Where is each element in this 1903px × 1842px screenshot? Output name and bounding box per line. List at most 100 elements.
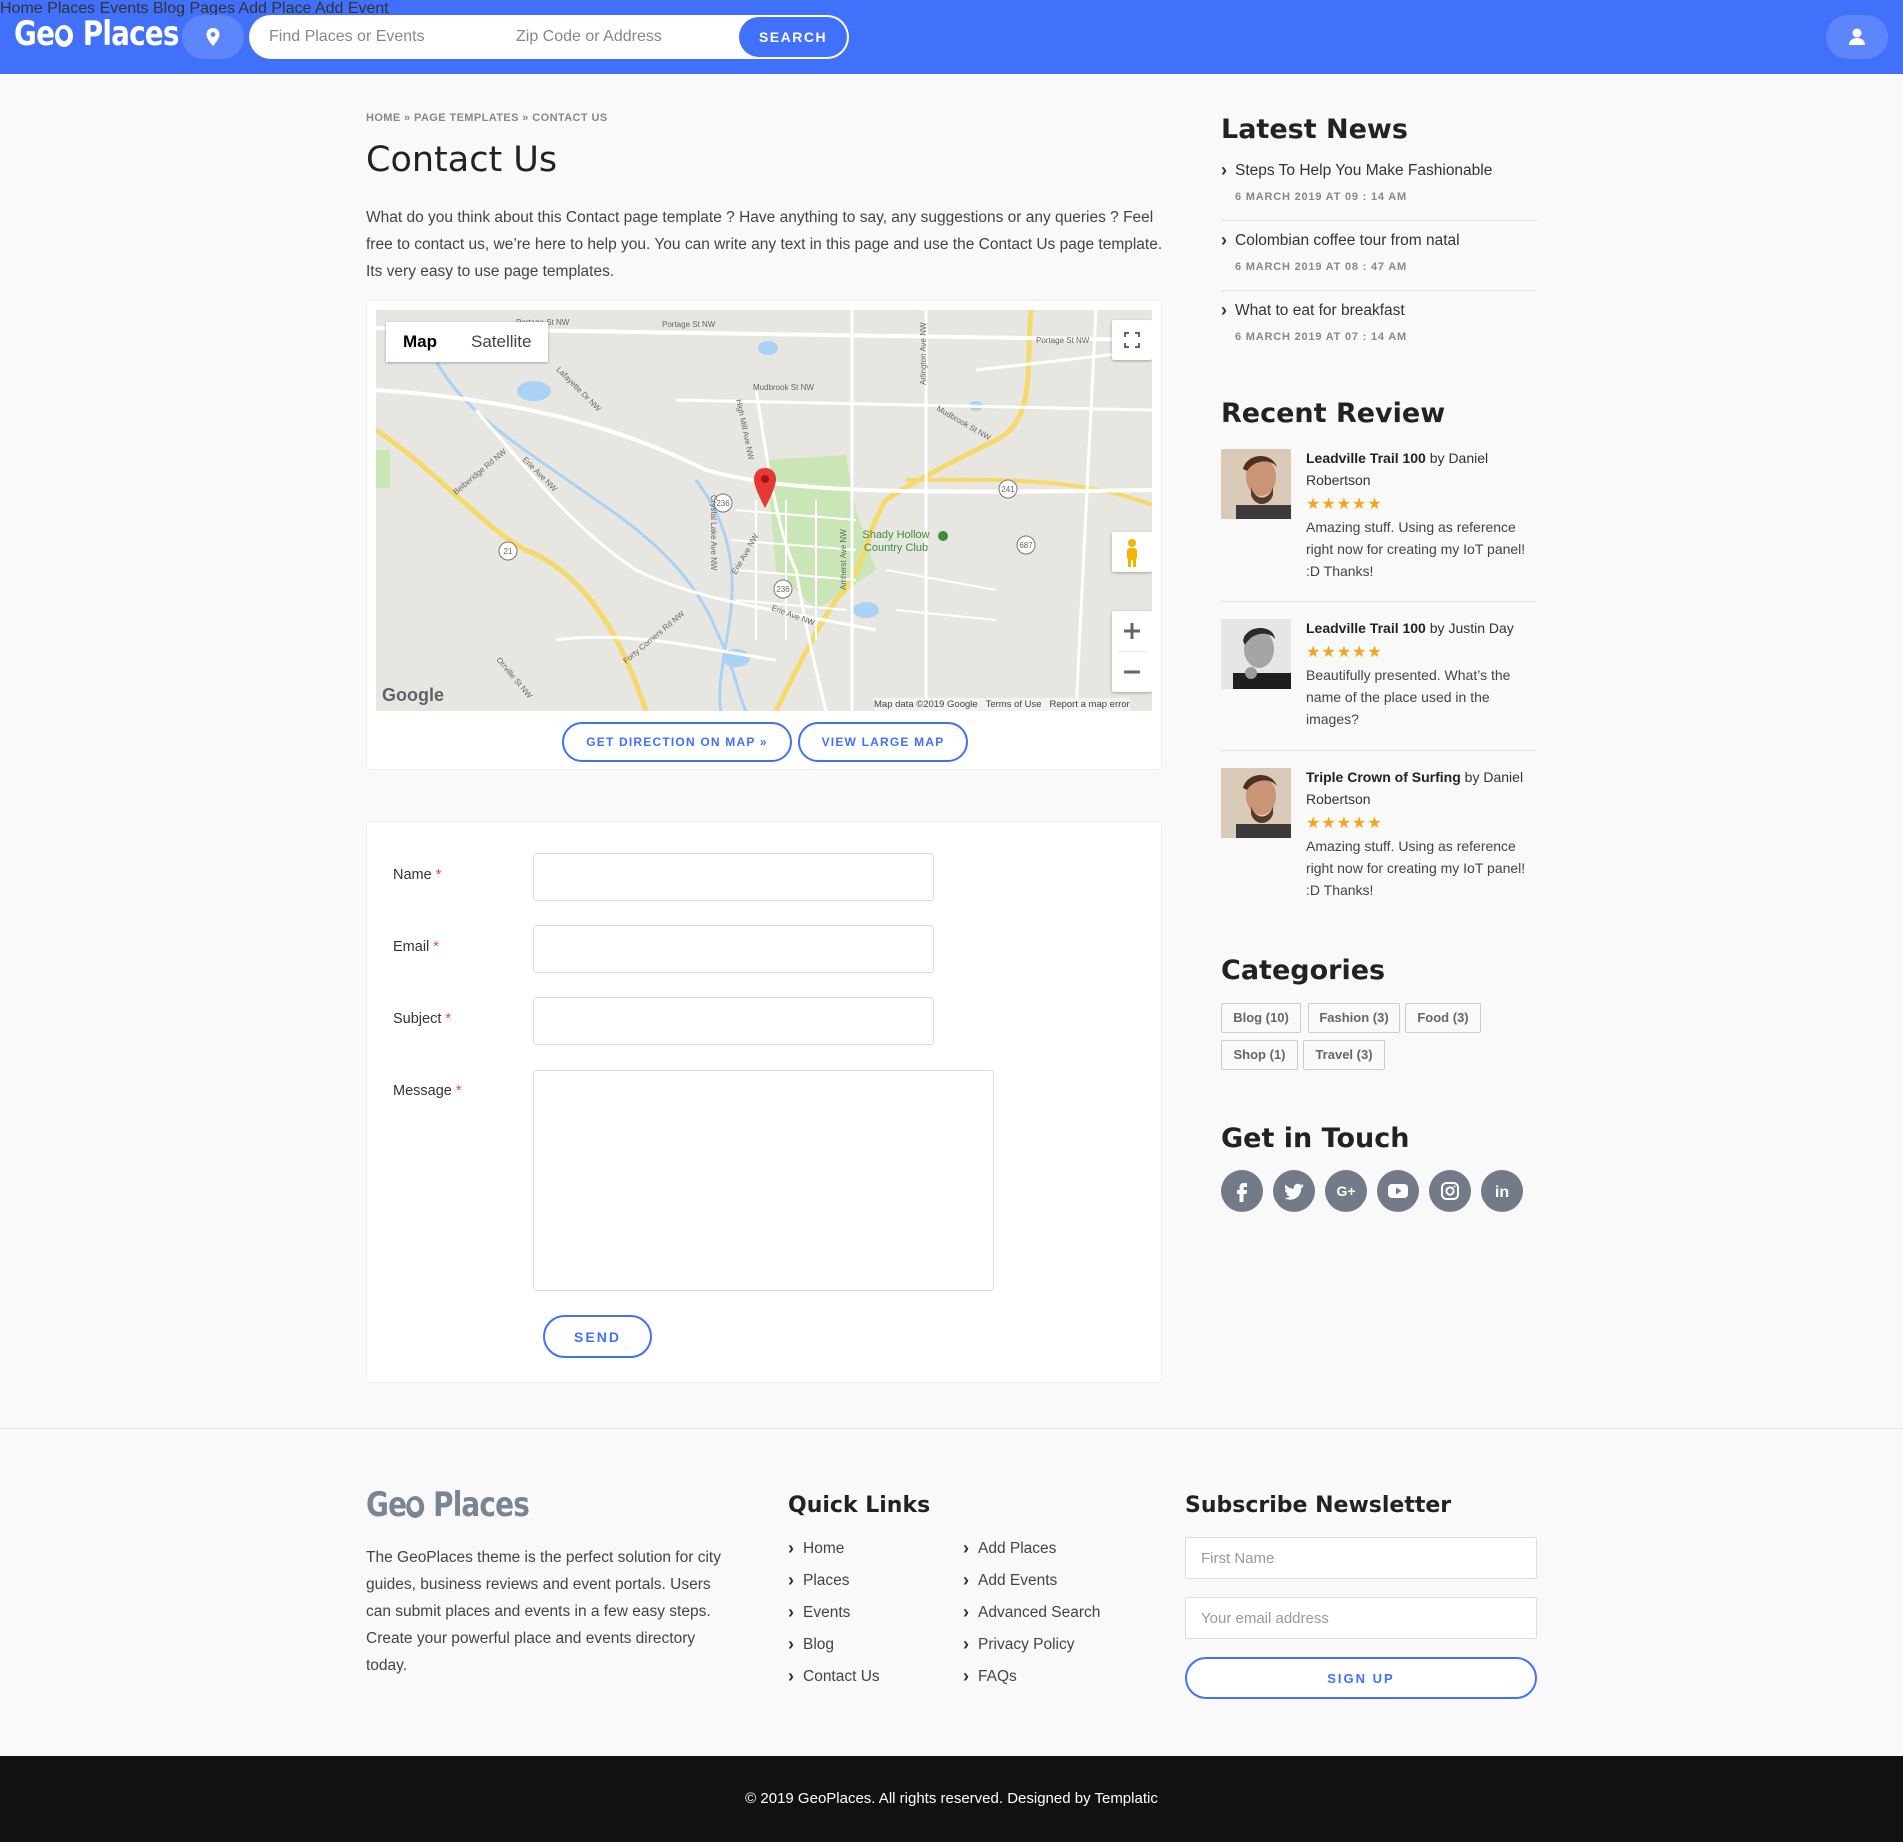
where-search-input[interactable]	[516, 15, 716, 59]
site-logo[interactable]: Ge Places	[14, 14, 179, 54]
review-place-link[interactable]: Leadville Trail 100	[1306, 450, 1426, 466]
review-item: Leadville Trail 100 by Justin Day ★★★★★ …	[1221, 619, 1537, 751]
copyright-bar: © 2019 GeoPlaces. All rights reserved. D…	[0, 1756, 1903, 1842]
sign-up-button[interactable]: SIGN UP	[1185, 1657, 1537, 1699]
send-button[interactable]: SEND	[543, 1315, 652, 1358]
map-tiles: 241 687 236 236 21 Portage St NW Portage…	[376, 310, 1152, 711]
review-author[interactable]: Justin Day	[1448, 620, 1513, 636]
svg-text:Amherst Ave NW: Amherst Ave NW	[839, 529, 848, 590]
facebook-button[interactable]	[1221, 1170, 1263, 1212]
message-label: Message *	[393, 1083, 462, 1099]
avatar[interactable]	[1221, 449, 1291, 519]
footer-link-events[interactable]: Events	[788, 1602, 850, 1623]
footer-link-advanced-search[interactable]: Advanced Search	[963, 1602, 1100, 1623]
news-item[interactable]: Steps To Help You Make Fashionable 6 MAR…	[1221, 160, 1537, 221]
review-text: Amazing stuff. Using as reference right …	[1306, 838, 1526, 898]
footer-link-blog[interactable]: Blog	[788, 1634, 834, 1655]
name-label: Name *	[393, 867, 442, 883]
svg-text:Mudbrook St NW: Mudbrook St NW	[753, 383, 814, 392]
footer-logo[interactable]: Ge Places	[366, 1485, 530, 1525]
review-body: Leadville Trail 100 by Daniel Robertson …	[1306, 447, 1541, 582]
news-date: 6 MARCH 2019 AT 07 : 14 AM	[1235, 331, 1407, 343]
google-plus-button[interactable]: G+	[1325, 1170, 1367, 1212]
news-title[interactable]: Steps To Help You Make Fashionable	[1221, 160, 1537, 181]
linkedin-icon: in	[1495, 1184, 1509, 1201]
page-intro: What do you think about this Contact pag…	[366, 209, 1163, 280]
google-map[interactable]: 241 687 236 236 21 Portage St NW Portage…	[376, 310, 1152, 711]
user-account-button[interactable]	[1826, 15, 1888, 59]
star-rating: ★★★★★	[1306, 815, 1383, 832]
category-tag[interactable]: Fashion (3)	[1308, 1003, 1400, 1033]
category-tag[interactable]: Travel (3)	[1303, 1040, 1385, 1070]
zoom-out-icon[interactable]	[1112, 652, 1152, 692]
map-card: 241 687 236 236 21 Portage St NW Portage…	[366, 300, 1162, 770]
instagram-icon	[1441, 1182, 1459, 1200]
email-field[interactable]	[533, 925, 934, 973]
map-terms-link[interactable]: Terms of Use	[986, 699, 1042, 710]
footer-about: The GeoPlaces theme is the perfect solut…	[366, 1549, 721, 1674]
report-map-error-link[interactable]: Report a map error	[1049, 699, 1129, 710]
review-text: Amazing stuff. Using as reference right …	[1306, 519, 1526, 579]
category-tag[interactable]: Blog (10)	[1221, 1003, 1301, 1033]
message-field[interactable]	[533, 1070, 994, 1291]
svg-text:in: in	[1495, 1184, 1509, 1201]
page-title: Contact Us	[366, 140, 558, 180]
map-type-map[interactable]: Map	[386, 322, 454, 362]
fullscreen-button[interactable]	[1112, 320, 1152, 360]
news-item[interactable]: Colombian coffee tour from natal 6 MARCH…	[1221, 230, 1537, 291]
footer-link-privacy[interactable]: Privacy Policy	[963, 1634, 1074, 1655]
footer-link-faqs[interactable]: FAQs	[963, 1666, 1017, 1687]
category-tag[interactable]: Shop (1)	[1221, 1040, 1298, 1070]
review-place-link[interactable]: Triple Crown of Surfing	[1306, 769, 1461, 785]
location-button[interactable]	[182, 15, 244, 59]
svg-text:Country Club: Country Club	[864, 542, 928, 554]
avatar[interactable]	[1221, 768, 1291, 838]
site-header: Ge Places SEARCH Home Places Events Blog…	[0, 0, 1903, 74]
breadcrumb[interactable]: HOME » PAGE TEMPLATES » CONTACT US	[366, 112, 608, 124]
newsletter-email-field[interactable]	[1185, 1597, 1537, 1639]
pegman-icon	[1127, 539, 1137, 567]
fullscreen-icon	[1124, 332, 1140, 348]
newsletter-first-name-field[interactable]	[1185, 1537, 1537, 1579]
svg-text:G+: G+	[1336, 1183, 1355, 1199]
svg-text:Portage St NW: Portage St NW	[1036, 336, 1090, 345]
search-button[interactable]: SEARCH	[739, 17, 847, 57]
twitter-button[interactable]	[1273, 1170, 1315, 1212]
instagram-button[interactable]	[1429, 1170, 1471, 1212]
review-item: Triple Crown of Surfing by Daniel Robert…	[1221, 768, 1537, 918]
news-date: 6 MARCH 2019 AT 09 : 14 AM	[1235, 191, 1407, 203]
news-title[interactable]: Colombian coffee tour from natal	[1221, 230, 1537, 251]
facebook-icon	[1237, 1183, 1247, 1202]
star-rating: ★★★★★	[1306, 644, 1383, 661]
zoom-in-icon[interactable]	[1112, 611, 1152, 651]
avatar[interactable]	[1221, 619, 1291, 689]
user-icon	[1849, 28, 1865, 45]
footer-link-home[interactable]: Home	[788, 1538, 844, 1559]
map-type-satellite[interactable]: Satellite	[454, 322, 548, 362]
get-direction-button[interactable]: GET DIRECTION ON MAP »	[562, 722, 792, 762]
subject-field[interactable]	[533, 997, 934, 1045]
review-text: Beautifully presented. What’s the name o…	[1306, 667, 1511, 727]
google-logo: Google	[382, 685, 444, 705]
map-type-control: Map Satellite	[386, 322, 549, 362]
review-item: Leadville Trail 100 by Daniel Robertson …	[1221, 449, 1537, 602]
footer-link-contact[interactable]: Contact Us	[788, 1666, 880, 1687]
footer-link-add-events[interactable]: Add Events	[963, 1570, 1057, 1591]
linkedin-button[interactable]: in	[1481, 1170, 1523, 1212]
news-title[interactable]: What to eat for breakfast	[1221, 300, 1537, 321]
footer-link-places[interactable]: Places	[788, 1570, 850, 1591]
review-place-link[interactable]: Leadville Trail 100	[1306, 620, 1426, 636]
youtube-button[interactable]	[1377, 1170, 1419, 1212]
footer-link-add-places[interactable]: Add Places	[963, 1538, 1056, 1559]
svg-text:241: 241	[1001, 485, 1015, 494]
site-footer: Ge Places The GeoPlaces theme is the per…	[0, 1428, 1903, 1756]
svg-text:Shady Hollow: Shady Hollow	[862, 529, 929, 541]
street-view-pegman[interactable]	[1112, 532, 1152, 572]
news-item[interactable]: What to eat for breakfast 6 MARCH 2019 A…	[1221, 300, 1537, 361]
view-large-map-button[interactable]: VIEW LARGE MAP	[798, 722, 968, 762]
what-search-input[interactable]	[269, 15, 499, 59]
map-marker-icon[interactable]	[753, 468, 777, 508]
category-tag[interactable]: Food (3)	[1405, 1003, 1481, 1033]
svg-text:236: 236	[776, 585, 790, 594]
name-field[interactable]	[533, 853, 934, 901]
